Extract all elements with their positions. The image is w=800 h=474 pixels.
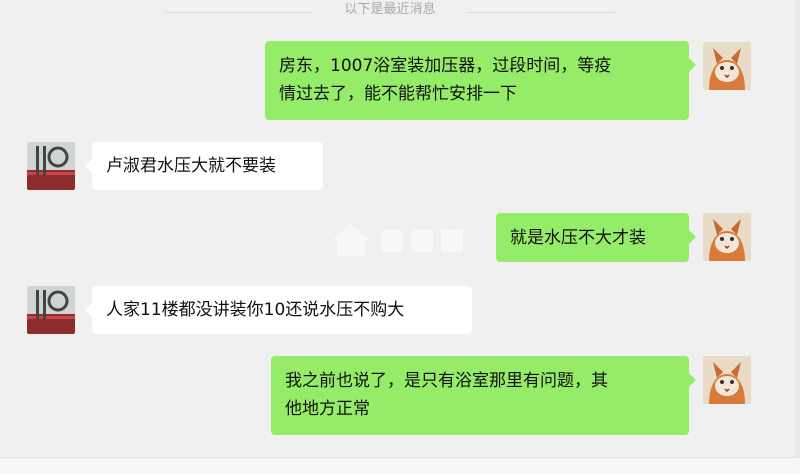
message-bubble[interactable]: 卢淑君水压大就不要装 bbox=[92, 142, 323, 190]
message-text-line: 卢淑君水压大就不要装 bbox=[106, 156, 276, 176]
message-bubble[interactable]: 人家11楼都没讲装你10还说水压不购大 bbox=[92, 286, 472, 334]
bubble-tail bbox=[689, 373, 696, 387]
cat-avatar-icon bbox=[703, 356, 751, 404]
divider-label: 以下是最近消息 bbox=[344, 2, 436, 17]
cat-avatar-icon bbox=[703, 42, 751, 90]
message-text-line: 房东，1007浴室装加压器，过段时间，等疫 bbox=[279, 56, 612, 76]
message-text-line: 人家11楼都没讲装你10还说水压不购大 bbox=[106, 300, 405, 320]
message-text-line: 我之前也说了，是只有浴室那里有问题，其 bbox=[285, 371, 608, 391]
cat-avatar-icon bbox=[703, 213, 751, 261]
scrollbar[interactable] bbox=[794, 0, 800, 474]
my-avatar[interactable] bbox=[703, 356, 751, 404]
recent-messages-divider: 以下是最近消息 bbox=[0, 0, 800, 22]
rail-avatar-icon bbox=[27, 142, 75, 190]
message-bubble[interactable]: 我之前也说了，是只有浴室那里有问题，其 他地方正常 bbox=[271, 356, 689, 435]
rail-avatar-icon bbox=[27, 286, 75, 334]
my-avatar[interactable] bbox=[703, 213, 751, 261]
house-watermark-icon bbox=[325, 212, 495, 262]
bubble-tail bbox=[689, 58, 696, 72]
bubble-tail bbox=[689, 230, 696, 244]
divider-line-left bbox=[165, 12, 313, 13]
bubble-tail bbox=[85, 159, 92, 173]
divider-line-right bbox=[467, 12, 615, 13]
message-text-line: 就是水压不大才装 bbox=[510, 228, 646, 248]
other-avatar[interactable] bbox=[27, 142, 75, 190]
other-avatar[interactable] bbox=[27, 286, 75, 334]
my-avatar[interactable] bbox=[703, 42, 751, 90]
bubble-tail bbox=[85, 303, 92, 317]
message-text-line: 情过去了，能不能帮忙安排一下 bbox=[279, 84, 517, 104]
message-bubble[interactable]: 房东，1007浴室装加压器，过段时间，等疫 情过去了，能不能帮忙安排一下 bbox=[265, 41, 689, 120]
input-area-edge bbox=[0, 457, 800, 474]
message-text-line: 他地方正常 bbox=[285, 399, 370, 419]
message-bubble[interactable]: 就是水压不大才装 bbox=[496, 213, 689, 262]
